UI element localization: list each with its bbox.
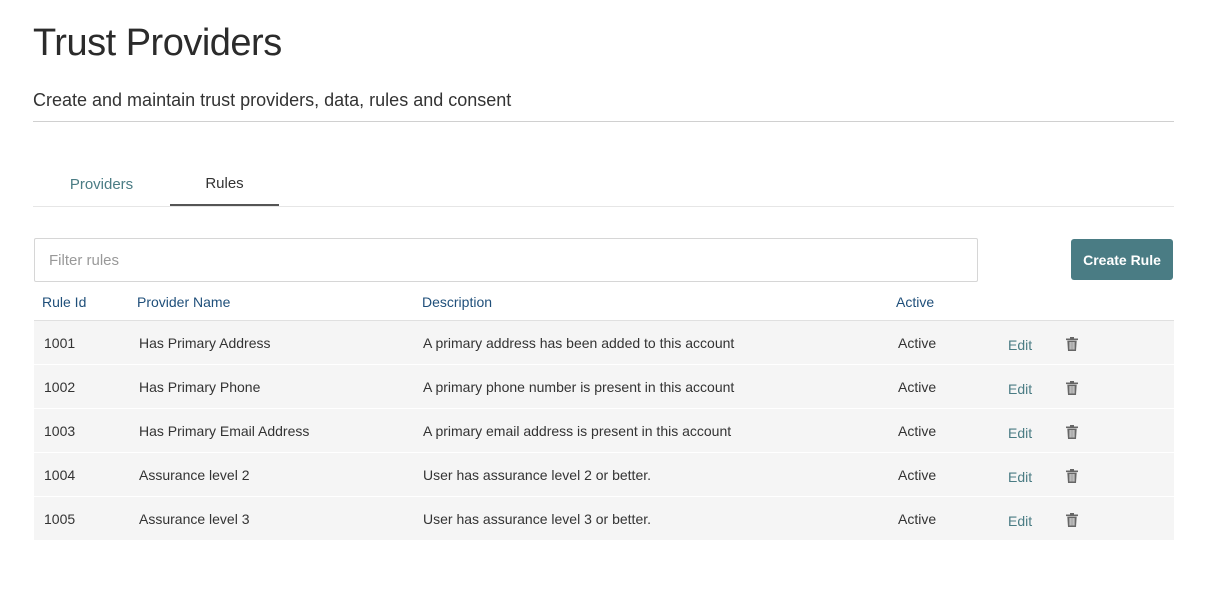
table-row: 1004 Assurance level 2 User has assurance … bbox=[34, 453, 1174, 497]
table-row: 1001 Has Primary Address A primary address… bbox=[34, 321, 1174, 365]
header-divider bbox=[33, 121, 1174, 122]
active-status-cell: Active bbox=[898, 423, 937, 439]
table-row: 1003 Has Primary Email Address A primary e… bbox=[34, 409, 1174, 453]
column-header-provider-name: Provider Name bbox=[137, 294, 231, 310]
trash-icon[interactable] bbox=[1066, 337, 1078, 351]
active-status-cell: Active bbox=[898, 511, 937, 527]
edit-link[interactable]: Edit bbox=[1008, 513, 1032, 529]
active-status-cell: Active bbox=[898, 379, 937, 395]
trash-icon[interactable] bbox=[1066, 381, 1078, 395]
rules-table-body: 1001 Has Primary Address A primary address… bbox=[34, 321, 1174, 541]
description-cell: User has assurance level 2 or better. bbox=[423, 467, 652, 483]
provider-name-cell: Has Primary Phone bbox=[139, 379, 261, 395]
rule-id-cell: 1005 bbox=[44, 511, 76, 527]
rule-id-cell: 1001 bbox=[44, 335, 76, 351]
trash-icon[interactable] bbox=[1066, 469, 1078, 483]
trash-icon[interactable] bbox=[1066, 513, 1078, 527]
edit-link[interactable]: Edit bbox=[1008, 337, 1032, 353]
description-cell: A primary address has been added to this… bbox=[423, 335, 735, 351]
provider-name-cell: Assurance level 2 bbox=[139, 467, 250, 483]
edit-link[interactable]: Edit bbox=[1008, 381, 1032, 397]
tab-rules[interactable]: Rules bbox=[170, 160, 279, 206]
trash-icon[interactable] bbox=[1066, 425, 1078, 439]
active-status-cell: Active bbox=[898, 467, 937, 483]
edit-link[interactable]: Edit bbox=[1008, 469, 1032, 485]
column-header-description: Description bbox=[422, 294, 493, 310]
table-row: 1002 Has Primary Phone A primary phone num… bbox=[34, 365, 1174, 409]
rule-id-cell: 1004 bbox=[44, 467, 76, 483]
page-title: Trust Providers bbox=[33, 22, 282, 64]
provider-name-cell: Has Primary Address bbox=[139, 335, 271, 351]
rule-id-cell: 1002 bbox=[44, 379, 76, 395]
provider-name-cell: Has Primary Email Address bbox=[139, 423, 310, 439]
table-header: Rule Id Provider Name Description Active bbox=[34, 282, 1174, 321]
filter-rules-input[interactable] bbox=[34, 238, 978, 282]
description-cell: A primary phone number is present in thi… bbox=[423, 379, 735, 395]
tab-bar: Providers Rules bbox=[33, 160, 1174, 207]
description-cell: A primary email address is present in th… bbox=[423, 423, 732, 439]
active-status-cell: Active bbox=[898, 335, 937, 351]
column-header-active: Active bbox=[896, 294, 935, 310]
column-header-rule-id: Rule Id bbox=[42, 294, 87, 310]
edit-link[interactable]: Edit bbox=[1008, 425, 1032, 441]
page-subtitle: Create and maintain trust providers, dat… bbox=[33, 90, 512, 110]
tab-providers[interactable]: Providers bbox=[33, 160, 170, 204]
description-cell: User has assurance level 3 or better. bbox=[423, 511, 652, 527]
table-row: 1005 Assurance level 3 User has assurance … bbox=[34, 497, 1174, 541]
create-rule-button[interactable]: Create Rule bbox=[1071, 239, 1173, 280]
provider-name-cell: Assurance level 3 bbox=[139, 511, 250, 527]
rule-id-cell: 1003 bbox=[44, 423, 76, 439]
